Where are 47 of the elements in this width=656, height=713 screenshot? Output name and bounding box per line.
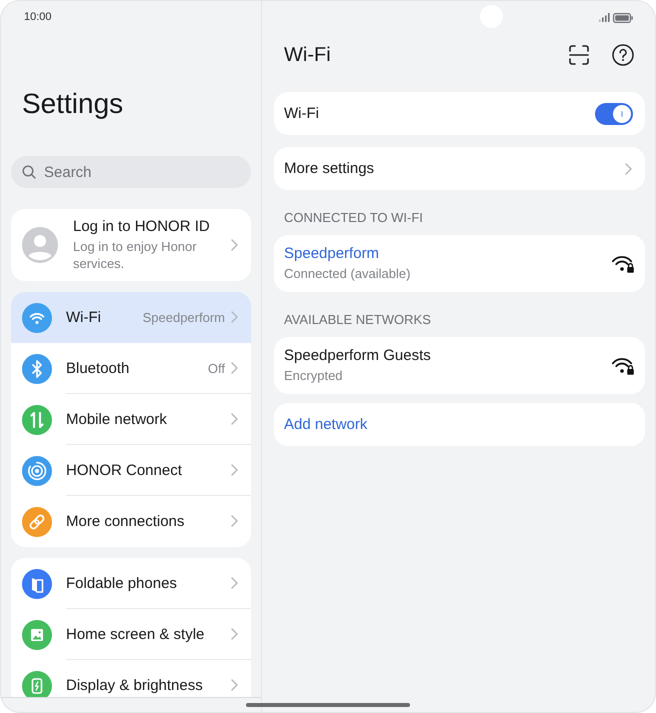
wifi-lock-icon — [612, 254, 634, 272]
settings-item[interactable]: Bluetooth Off — [11, 343, 251, 394]
chevron-right-icon — [231, 515, 238, 527]
chevron-right-icon — [231, 413, 238, 425]
network-status: Connected (available) — [284, 265, 410, 282]
toggle-switch[interactable] — [595, 102, 633, 124]
chevron-right-icon — [231, 464, 238, 476]
help-icon[interactable] — [612, 44, 634, 66]
item-value: Off — [208, 360, 225, 376]
chevron-right-icon — [231, 311, 238, 323]
search-field[interactable]: Search — [11, 156, 251, 188]
chevron-right-icon — [625, 162, 632, 174]
search-icon — [22, 165, 36, 179]
settings-item[interactable]: Wi-Fi Speedperform — [11, 292, 251, 343]
chevron-right-icon — [231, 239, 238, 251]
avatar-icon — [22, 227, 58, 263]
item-value: Speedperform — [142, 310, 225, 324]
settings-item[interactable]: HONOR Connect — [11, 445, 251, 496]
account-title: Log in to HONOR ID — [73, 218, 210, 236]
status-time: 10:00 — [24, 11, 52, 24]
wifi-lock-icon — [612, 356, 634, 374]
settings-item[interactable]: Mobile network — [11, 394, 251, 445]
network-name: Speedperform — [284, 245, 380, 263]
chevron-right-icon — [231, 577, 238, 589]
add-network-item[interactable]: Add network — [274, 403, 645, 446]
signal-icon — [599, 13, 610, 22]
account-item[interactable]: Log in to HONOR ID Log in to enjoy Honor services. — [11, 209, 251, 281]
network-name: Speedperform Guests — [284, 347, 431, 365]
network-item[interactable]: Speedperform Guests Encrypted — [274, 337, 645, 394]
battery-icon — [613, 12, 633, 22]
section-heading: AVAILABLE NETWORKS — [284, 312, 431, 328]
chevron-right-icon — [231, 679, 238, 691]
network-item[interactable]: Speedperform Connected (available) — [274, 235, 645, 292]
account-subtitle: Log in to enjoy Honor services. — [73, 238, 198, 272]
settings-item[interactable]: Display & brightness — [11, 660, 251, 697]
settings-item[interactable]: Home screen & style — [11, 609, 251, 660]
chevron-right-icon — [231, 628, 238, 640]
settings-item[interactable]: Foldable phones — [11, 558, 251, 609]
chevron-right-icon — [231, 362, 238, 374]
toggle-label: Wi-Fi — [284, 105, 319, 122]
page-title: Wi-Fi — [284, 44, 331, 66]
settings-title: Settings — [22, 87, 124, 121]
settings-item[interactable]: More connections — [11, 496, 251, 547]
section-heading: CONNECTED TO WI-FI — [284, 210, 423, 226]
network-status: Encrypted — [284, 367, 343, 384]
scan-icon[interactable] — [569, 45, 589, 65]
more-settings-item[interactable]: More settings — [274, 147, 645, 190]
